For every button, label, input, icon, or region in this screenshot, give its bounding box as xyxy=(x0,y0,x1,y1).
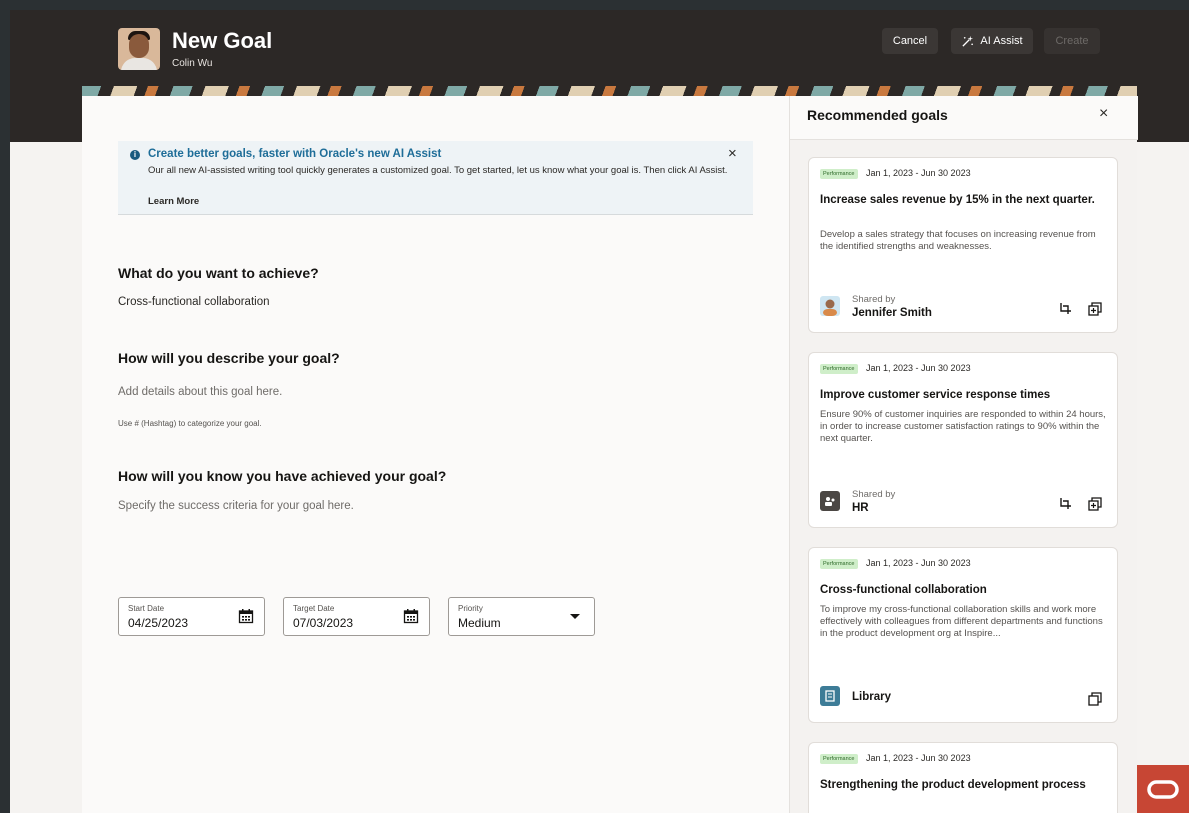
question-achieve: What do you want to achieve? xyxy=(118,265,319,281)
app-window: New Goal Colin Wu Cancel AI Assist Creat… xyxy=(10,10,1189,813)
goal-date-range: Jan 1, 2023 - Jun 30 2023 xyxy=(866,363,971,373)
goal-description: To improve my cross-functional collabora… xyxy=(820,604,1103,639)
create-button[interactable]: Create xyxy=(1044,28,1100,54)
page-title: New Goal xyxy=(172,28,273,53)
library-icon xyxy=(820,686,840,706)
add-to-goal-icon[interactable] xyxy=(1059,497,1073,511)
recommended-goals-panel: Recommended goals × Performance Jan 1, 2… xyxy=(789,96,1138,813)
target-date-label: Target Date xyxy=(293,604,335,613)
priority-value[interactable]: Medium xyxy=(458,616,501,630)
goal-title: Increase sales revenue by 15% in the nex… xyxy=(820,194,1095,206)
shared-by-name: HR xyxy=(852,502,869,514)
goal-card[interactable]: Performance Jan 1, 2023 - Jun 30 2023 Im… xyxy=(808,352,1118,528)
target-date-field[interactable]: Target Date 07/03/2023 xyxy=(283,597,430,636)
ai-assist-label: AI Assist xyxy=(980,35,1023,47)
cancel-button-label: Cancel xyxy=(892,35,928,47)
start-date-label: Start Date xyxy=(128,604,165,613)
banner-text: Our all new AI-assisted writing tool qui… xyxy=(148,165,728,176)
goal-description: Develop a sales strategy that focuses on… xyxy=(820,229,1096,252)
goal-type-tag: Performance xyxy=(820,559,858,569)
banner-title: Create better goals, faster with Oracle'… xyxy=(148,148,442,160)
goal-card[interactable]: Performance Jan 1, 2023 - Jun 30 2023 In… xyxy=(808,157,1118,333)
ai-assist-banner: i Create better goals, faster with Oracl… xyxy=(118,141,753,215)
chevron-down-icon[interactable] xyxy=(570,614,580,619)
goal-type-tag: Performance xyxy=(820,754,858,764)
start-date-field[interactable]: Start Date 04/25/2023 xyxy=(118,597,265,636)
ai-assist-button[interactable]: AI Assist xyxy=(951,28,1033,54)
goal-title: Improve customer service response times xyxy=(820,389,1051,401)
close-icon[interactable]: × xyxy=(1099,105,1108,123)
calendar-icon[interactable] xyxy=(403,608,419,624)
goal-date-range: Jan 1, 2023 - Jun 30 2023 xyxy=(866,558,971,568)
copy-icon[interactable] xyxy=(1088,692,1102,706)
goal-form: i Create better goals, faster with Oracl… xyxy=(82,96,789,813)
target-date-value[interactable]: 07/03/2023 xyxy=(293,616,353,630)
shared-by-name: Library xyxy=(852,691,891,703)
ai-sparkle-icon xyxy=(962,35,974,47)
goal-title: Cross-functional collaboration xyxy=(820,584,987,596)
decorative-band xyxy=(82,86,1137,96)
oracle-logo[interactable] xyxy=(1137,765,1189,813)
cancel-button[interactable]: Cancel xyxy=(882,28,938,54)
goal-title: Strengthening the product development pr… xyxy=(820,779,1086,791)
shared-by-name: Jennifer Smith xyxy=(852,307,932,319)
page-subtitle: Colin Wu xyxy=(172,58,213,69)
priority-label: Priority xyxy=(458,604,483,613)
success-criteria-input[interactable]: Specify the success criteria for your go… xyxy=(118,500,354,512)
calendar-icon[interactable] xyxy=(238,608,254,624)
create-button-label: Create xyxy=(1055,35,1089,47)
info-icon: i xyxy=(130,150,140,160)
shared-by-label: Shared by xyxy=(852,489,896,500)
panel-title: Recommended goals xyxy=(807,107,948,123)
goal-card[interactable]: Performance Jan 1, 2023 - Jun 30 2023 Cr… xyxy=(808,547,1118,723)
copy-icon[interactable] xyxy=(1088,497,1102,511)
shared-by-label: Shared by xyxy=(852,294,896,305)
priority-select[interactable]: Priority Medium xyxy=(448,597,595,636)
goal-type-tag: Performance xyxy=(820,364,858,374)
close-icon[interactable]: × xyxy=(728,145,737,162)
question-success: How will you know you have achieved your… xyxy=(118,468,447,484)
achieve-input[interactable]: Cross-functional collaboration xyxy=(118,296,270,308)
start-date-value[interactable]: 04/25/2023 xyxy=(128,616,188,630)
goal-description: Ensure 90% of customer inquiries are res… xyxy=(820,409,1106,444)
goal-type-tag: Performance xyxy=(820,169,858,179)
question-describe: How will you describe your goal? xyxy=(118,350,340,366)
description-input[interactable]: Add details about this goal here. xyxy=(118,386,282,398)
learn-more-link[interactable]: Learn More xyxy=(148,196,199,207)
avatar xyxy=(820,296,840,316)
add-to-goal-icon[interactable] xyxy=(1059,302,1073,316)
hr-icon xyxy=(820,491,840,511)
avatar xyxy=(118,28,160,70)
panel-header: Recommended goals × xyxy=(790,96,1138,140)
hashtag-hint: Use # (Hashtag) to categorize your goal. xyxy=(118,419,262,428)
goal-date-range: Jan 1, 2023 - Jun 30 2023 xyxy=(866,168,971,178)
goal-date-range: Jan 1, 2023 - Jun 30 2023 xyxy=(866,753,971,763)
goal-card[interactable]: Performance Jan 1, 2023 - Jun 30 2023 St… xyxy=(808,742,1118,813)
copy-icon[interactable] xyxy=(1088,302,1102,316)
